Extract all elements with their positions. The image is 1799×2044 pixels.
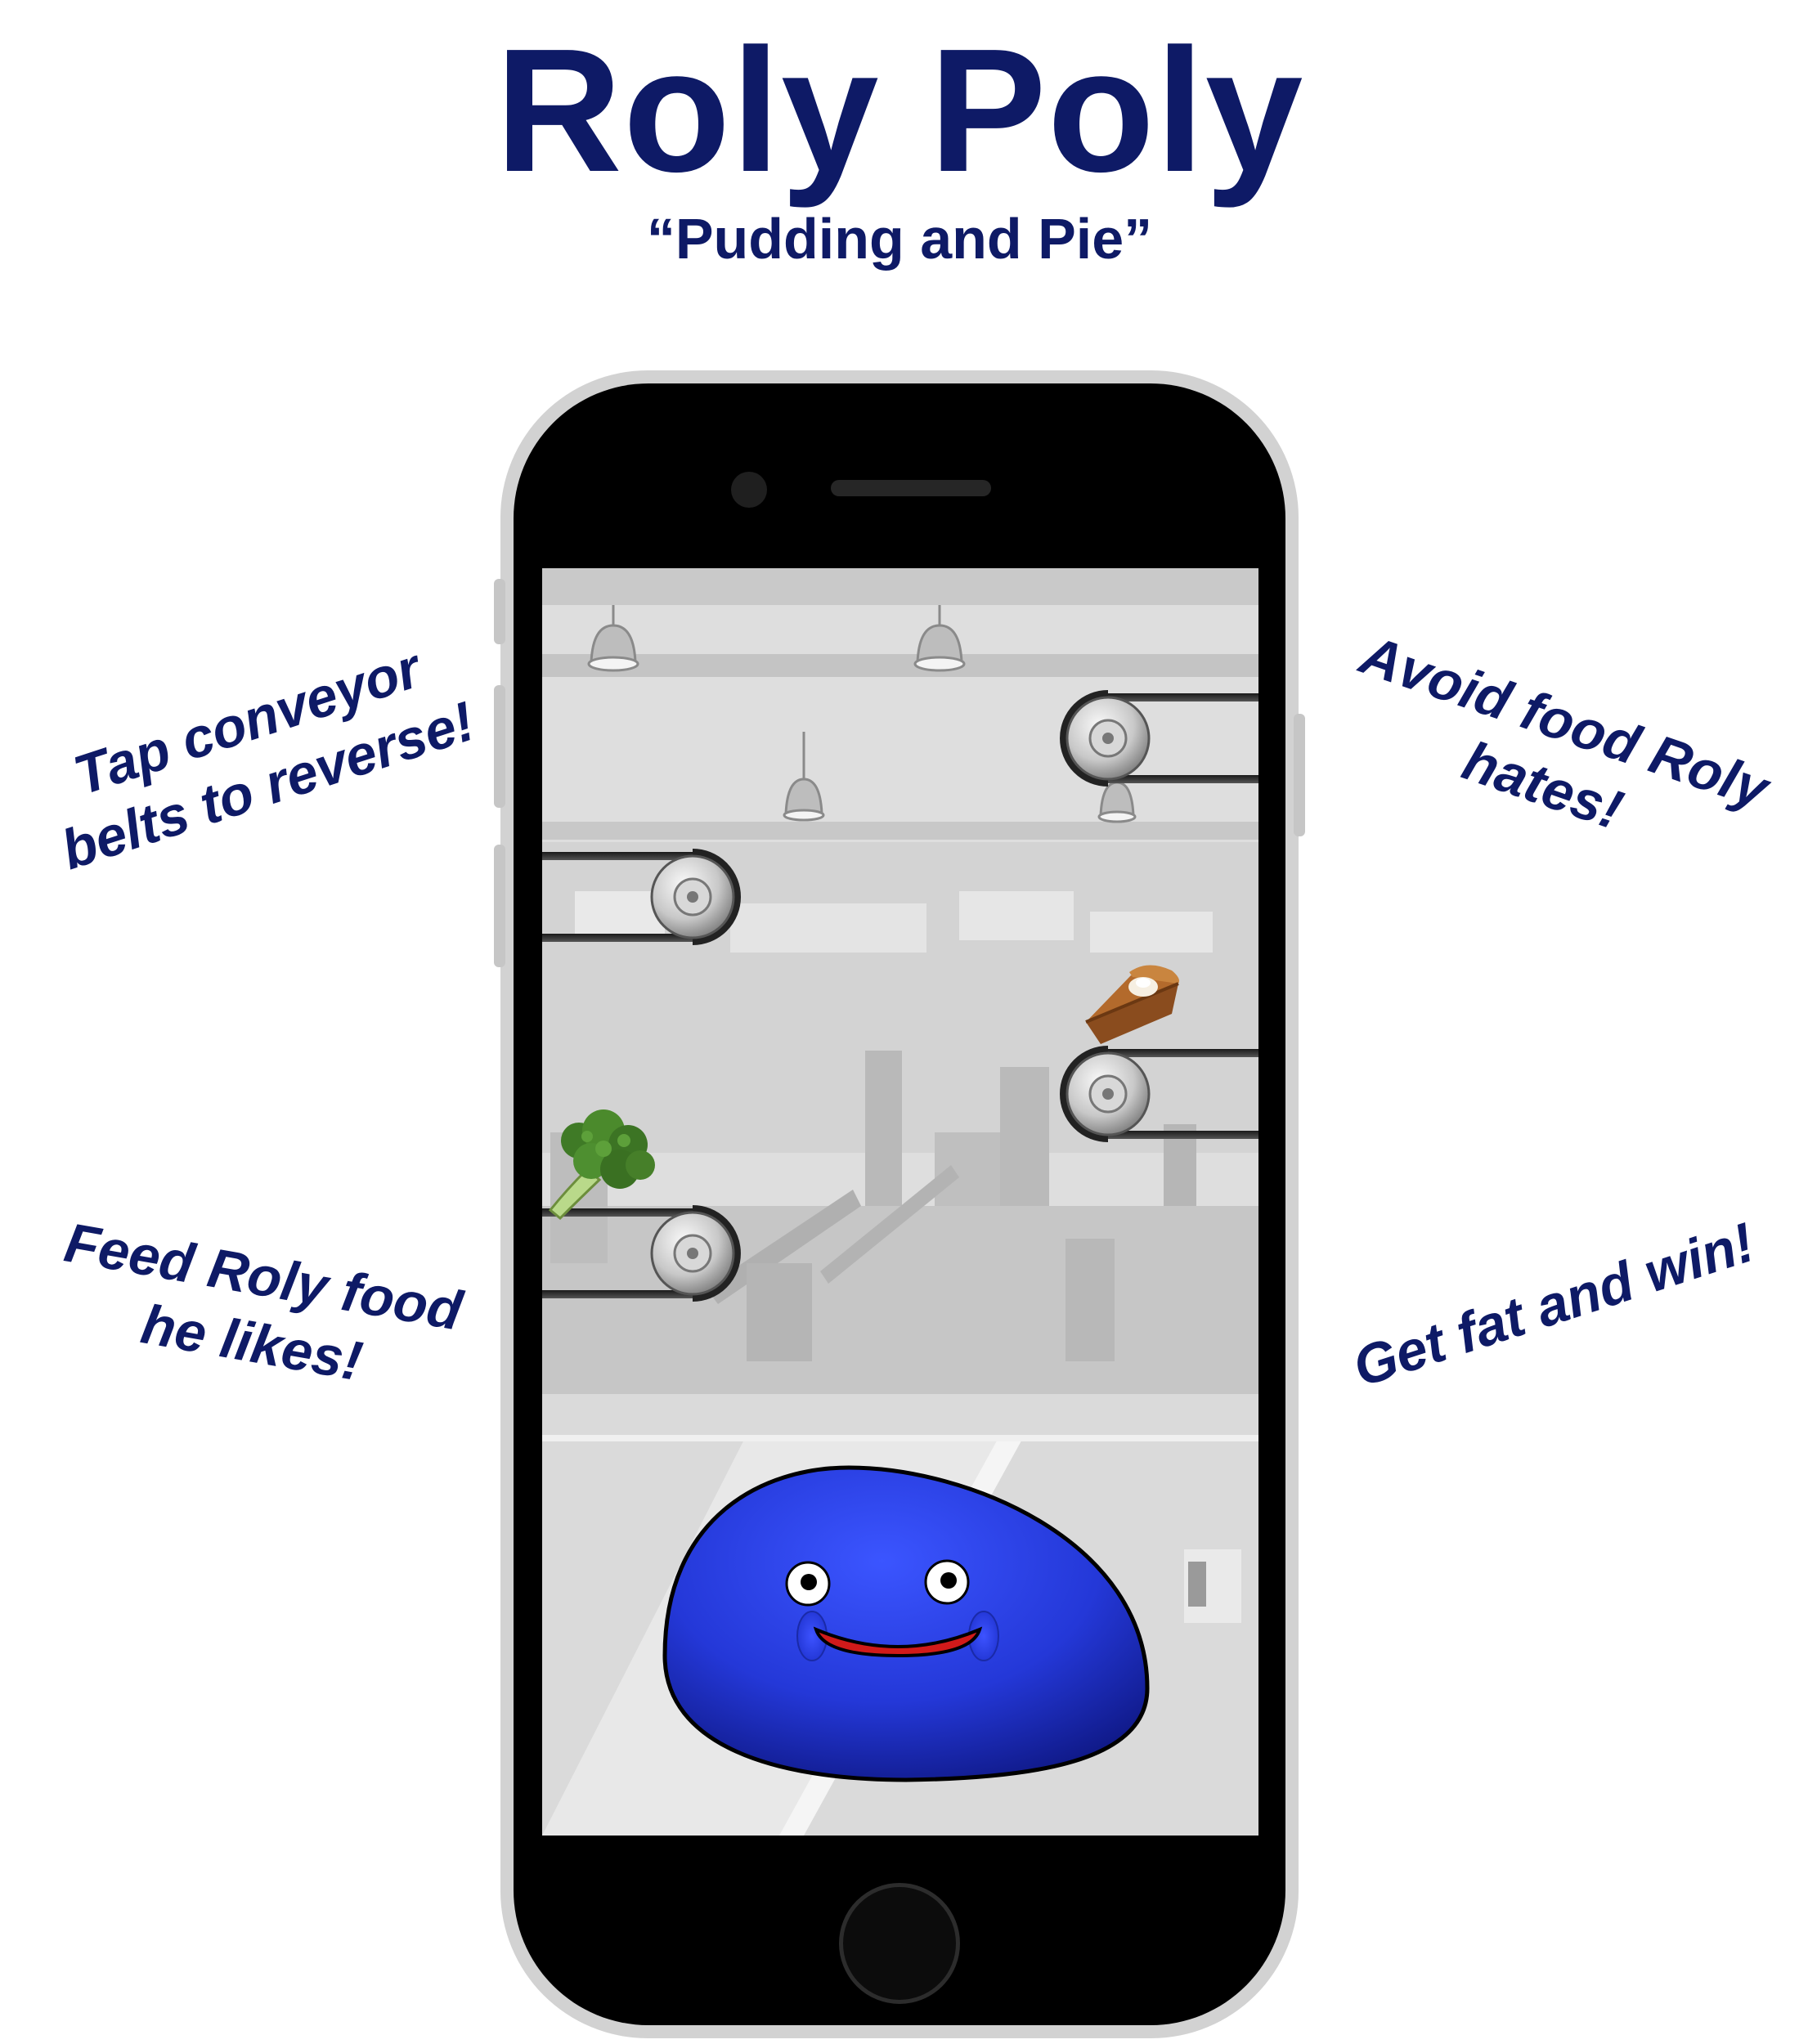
phone-side-button-mute [494,579,505,644]
speaker-grille [831,480,991,496]
tip-feed-roly: Feed Roly food he likes! [8,1202,507,1418]
tip-fat-line-1: Get fat and win! [1345,1211,1762,1399]
phone-side-button-volume-up [494,685,505,808]
tip-avoid-food: Avoid food Roly hates! [1300,611,1799,897]
camera-icon [731,472,767,508]
phone-face [514,383,1285,2025]
game-screen[interactable] [542,568,1258,1836]
home-button[interactable] [839,1883,960,2004]
page-subtitle: “Pudding and Pie” [646,207,1153,271]
tip-tap-conveyor: Tap conveyor belts to reverse! [7,616,508,892]
phone-frame [494,370,1305,2038]
phone-side-button-volume-down [494,845,505,967]
phone-side-button-power [1294,714,1305,836]
tip-get-fat: Get fat and win! [1310,1197,1797,1412]
game-scene[interactable] [542,568,1258,1836]
page-title: Roly Poly [495,11,1304,208]
